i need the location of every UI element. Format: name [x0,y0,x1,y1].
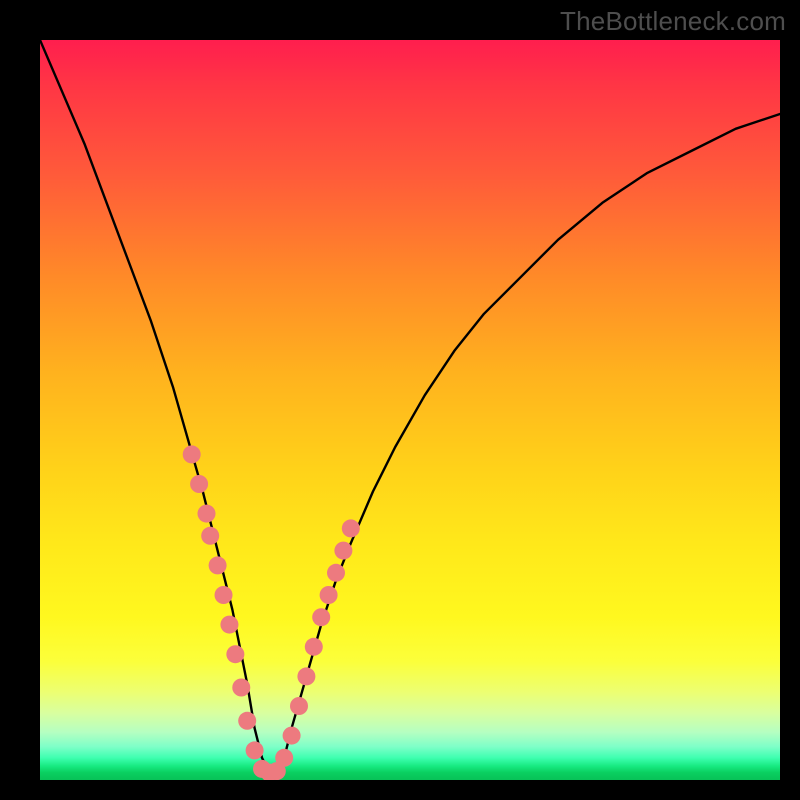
highlight-dot [297,667,315,685]
highlight-dot [238,712,256,730]
chart-svg [40,40,780,780]
highlight-dots-group [183,445,360,780]
plot-area [40,40,780,780]
highlight-dot [327,564,345,582]
bottleneck-curve [40,40,780,773]
highlight-dot [305,638,323,656]
highlight-dot [312,608,330,626]
highlight-dot [209,556,227,574]
highlight-dot [220,616,238,634]
highlight-dot [283,727,301,745]
highlight-dot [190,475,208,493]
highlight-dot [246,741,264,759]
highlight-dot [290,697,308,715]
highlight-dot [226,645,244,663]
watermark-text: TheBottleneck.com [560,6,786,37]
highlight-dot [215,586,233,604]
chart-frame: TheBottleneck.com [0,0,800,800]
highlight-dot [275,749,293,767]
highlight-dot [201,527,219,545]
highlight-dot [334,542,352,560]
highlight-dot [198,505,216,523]
highlight-dot [342,519,360,537]
highlight-dot [232,679,250,697]
highlight-dot [183,445,201,463]
highlight-dot [320,586,338,604]
